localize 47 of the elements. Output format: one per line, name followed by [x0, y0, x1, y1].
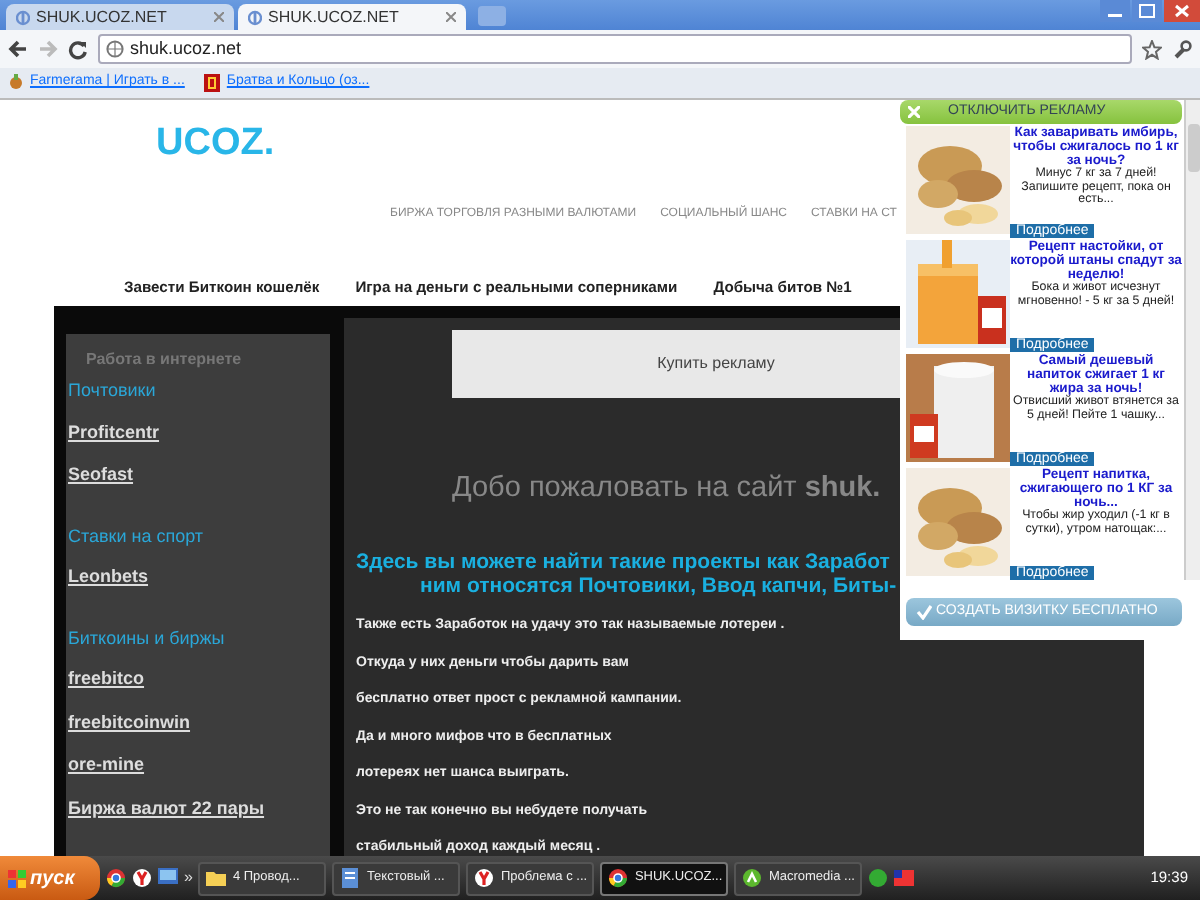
- sidebar-link[interactable]: Биржа валют 22 пары: [68, 795, 330, 822]
- sidebar-heading: Почтовики: [68, 378, 158, 404]
- star-icon[interactable]: [1142, 39, 1162, 59]
- address-bar[interactable]: shuk.ucoz.net: [98, 34, 1132, 64]
- maximize-icon[interactable]: [1132, 0, 1162, 22]
- flag-icon: [8, 869, 26, 887]
- sidebar-link[interactable]: freebitco: [68, 666, 330, 693]
- browser-tab[interactable]: SHUK.UCOZ.NET: [238, 4, 466, 30]
- sidebar-heading: Ставки на спорт: [68, 523, 206, 550]
- fruit-icon: [8, 74, 24, 92]
- globe-icon: [106, 40, 124, 58]
- chrome-icon[interactable]: [106, 868, 126, 888]
- close-icon: [908, 106, 920, 118]
- sidebar-link[interactable]: Leonbets: [68, 564, 330, 591]
- site-icon: [248, 9, 262, 25]
- intro-heading: Здесь вы можете найти такие проекты как Заработ: [356, 548, 890, 577]
- minimize-icon[interactable]: [1100, 0, 1130, 22]
- browser-tab[interactable]: SHUK.UCOZ.NET: [6, 4, 234, 30]
- scrollbar[interactable]: [1184, 100, 1200, 580]
- desktop-icon[interactable]: [158, 868, 178, 888]
- reload-icon[interactable]: [68, 39, 88, 59]
- game-icon: [204, 74, 221, 92]
- buy-ad-button[interactable]: Купить рекламу: [452, 330, 900, 398]
- more-icon[interactable]: »: [184, 866, 193, 890]
- check-icon: [916, 604, 932, 620]
- browser-icon: [474, 868, 495, 888]
- sidebar-title: Работа в интернете: [86, 348, 244, 372]
- document-icon: [340, 868, 361, 888]
- app-icon: [742, 868, 763, 888]
- intro-heading: ним относятся Почтовики, Ввод капчи, Биты-: [420, 573, 897, 602]
- close-icon[interactable]: [1164, 0, 1200, 22]
- sidebar-link[interactable]: ore-mine: [68, 752, 330, 779]
- folder-icon: [206, 868, 227, 888]
- browser-icon[interactable]: [132, 868, 152, 888]
- back-icon[interactable]: [8, 40, 28, 58]
- sidebar-heading: Биткоины и биржы: [68, 625, 227, 652]
- welcome-heading: Добо пожаловать на сайт shuk.: [452, 470, 881, 508]
- sidebar-link[interactable]: Seofast: [68, 462, 330, 489]
- chrome-icon: [608, 868, 629, 888]
- flag-icon[interactable]: [894, 870, 915, 886]
- close-icon[interactable]: [446, 12, 456, 22]
- site-icon: [16, 9, 30, 25]
- wrench-icon[interactable]: [1172, 39, 1192, 59]
- close-icon[interactable]: [214, 12, 224, 22]
- network-icon[interactable]: [868, 868, 889, 888]
- sidebar-link[interactable]: Profitcentr: [68, 419, 330, 446]
- sidebar-link[interactable]: freebitcoinwin: [68, 709, 330, 736]
